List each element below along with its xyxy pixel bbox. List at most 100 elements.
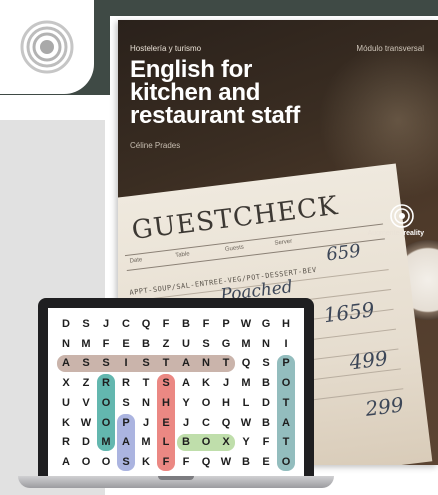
word-search-cell[interactable]: T [216,354,236,374]
word-search-cell[interactable]: W [236,413,256,433]
word-search-cell[interactable]: B [236,452,256,472]
word-search-cell[interactable]: O [96,452,116,472]
word-search-cell[interactable]: E [116,334,136,354]
word-search-cell[interactable]: J [136,413,156,433]
word-search-cell[interactable]: N [196,354,216,374]
word-search-cell[interactable]: F [196,314,216,334]
word-search-cell[interactable]: O [96,393,116,413]
word-search-cell[interactable]: U [176,334,196,354]
word-search-cell[interactable]: F [176,452,196,472]
word-search-cell[interactable]: Q [196,452,216,472]
word-search-cell[interactable]: A [56,354,76,374]
word-search-cell[interactable]: F [156,452,176,472]
word-search-cell[interactable]: R [96,373,116,393]
word-search-cell[interactable]: D [56,314,76,334]
word-search-cell[interactable]: B [176,314,196,334]
word-search-cell[interactable]: E [156,413,176,433]
word-search-cell[interactable]: S [76,354,96,374]
word-search-cell[interactable]: X [216,433,236,453]
word-search-cell[interactable]: W [76,413,96,433]
word-search-cell[interactable]: P [276,354,296,374]
title-line: English for [130,56,253,83]
word-search-cell[interactable]: L [156,433,176,453]
word-search-cell[interactable]: S [136,354,156,374]
word-search-cell[interactable]: I [116,354,136,374]
word-search-cell[interactable]: M [236,334,256,354]
word-search-cell[interactable]: Y [236,433,256,453]
word-search-cell[interactable]: T [276,433,296,453]
word-search-cell[interactable]: S [96,354,116,374]
word-search-cell[interactable]: F [256,433,276,453]
word-search-cell[interactable]: R [116,373,136,393]
word-search-cell[interactable]: D [76,433,96,453]
word-search-cell[interactable]: N [56,334,76,354]
word-search-cell[interactable]: A [276,413,296,433]
word-search-cell[interactable]: Q [136,314,156,334]
word-search-cell[interactable]: O [96,413,116,433]
word-search-cell[interactable]: F [96,334,116,354]
word-search-cell[interactable]: D [256,393,276,413]
word-search-cell[interactable]: O [196,393,216,413]
word-search-cell[interactable]: S [116,452,136,472]
ar-tile[interactable] [0,0,94,94]
word-search-cell[interactable]: Q [216,413,236,433]
word-search-cell[interactable]: H [156,393,176,413]
word-search-cell[interactable]: B [176,433,196,453]
word-search-cell[interactable]: T [136,373,156,393]
word-search-cell[interactable]: G [216,334,236,354]
word-search-cell[interactable]: H [216,393,236,413]
word-search-cell[interactable]: L [236,393,256,413]
word-search-cell[interactable]: V [76,393,96,413]
word-search-cell[interactable]: Z [76,373,96,393]
word-search-cell[interactable]: S [196,334,216,354]
word-search-cell[interactable]: Y [176,393,196,413]
word-search-cell[interactable]: I [276,334,296,354]
word-search-grid[interactable]: DSJCQFBFPWGHNMFEBZUSGMNIASSISTANTQSPXZRR… [48,308,304,476]
word-search-cell[interactable]: O [276,373,296,393]
word-search-cell[interactable]: S [156,373,176,393]
word-search-cell[interactable]: K [196,373,216,393]
word-search-cell[interactable]: B [256,373,276,393]
word-search-cell[interactable]: S [116,393,136,413]
word-search-cell[interactable]: A [56,452,76,472]
word-search-cell[interactable]: P [216,314,236,334]
word-search-cell[interactable]: N [136,393,156,413]
word-search-cell[interactable]: W [216,452,236,472]
word-search-cell[interactable]: A [176,354,196,374]
word-search-cell[interactable]: T [156,354,176,374]
word-search-cell[interactable]: A [176,373,196,393]
word-search-cell[interactable]: M [96,433,116,453]
word-search-cell[interactable]: X [56,373,76,393]
word-search-cell[interactable]: T [276,393,296,413]
word-search-cell[interactable]: G [256,314,276,334]
title-line: kitchen and [130,79,261,106]
word-search-cell[interactable]: C [116,314,136,334]
word-search-cell[interactable]: R [56,433,76,453]
word-search-cell[interactable]: K [56,413,76,433]
word-search-cell[interactable]: F [156,314,176,334]
word-search-cell[interactable]: O [196,433,216,453]
word-search-cell[interactable]: J [176,413,196,433]
word-search-cell[interactable]: U [56,393,76,413]
word-search-cell[interactable]: K [136,452,156,472]
word-search-cell[interactable]: H [276,314,296,334]
word-search-cell[interactable]: S [256,354,276,374]
word-search-cell[interactable]: Z [156,334,176,354]
word-search-cell[interactable]: B [136,334,156,354]
word-search-cell[interactable]: W [236,314,256,334]
word-search-cell[interactable]: O [76,452,96,472]
word-search-cell[interactable]: S [76,314,96,334]
word-search-cell[interactable]: M [76,334,96,354]
word-search-cell[interactable]: J [96,314,116,334]
word-search-cell[interactable]: N [256,334,276,354]
word-search-cell[interactable]: C [196,413,216,433]
word-search-cell[interactable]: O [276,452,296,472]
word-search-cell[interactable]: M [136,433,156,453]
word-search-cell[interactable]: M [236,373,256,393]
word-search-cell[interactable]: Q [236,354,256,374]
word-search-cell[interactable]: J [216,373,236,393]
word-search-cell[interactable]: A [116,433,136,453]
word-search-cell[interactable]: P [116,413,136,433]
word-search-cell[interactable]: B [256,413,276,433]
word-search-cell[interactable]: E [256,452,276,472]
